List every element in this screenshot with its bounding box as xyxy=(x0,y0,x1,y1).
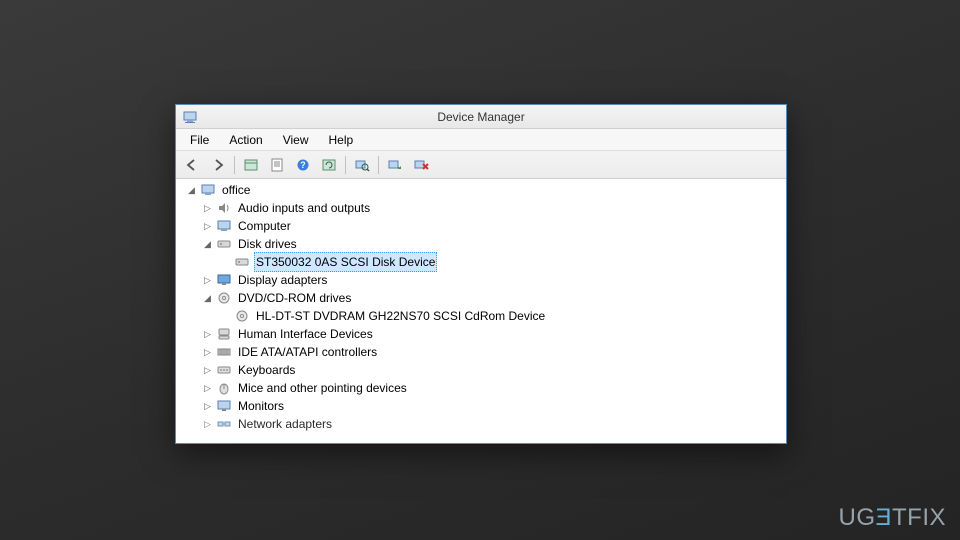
collapse-icon[interactable]: ◢ xyxy=(186,185,197,196)
tree-category-display[interactable]: ▷ Display adapters xyxy=(176,271,786,289)
tree-label: IDE ATA/ATAPI controllers xyxy=(236,343,379,361)
tree-label: DVD/CD-ROM drives xyxy=(236,289,353,307)
toolbar-separator xyxy=(378,156,379,174)
scan-hardware-button[interactable] xyxy=(350,154,374,176)
expand-icon[interactable]: ▷ xyxy=(202,203,213,214)
expand-icon[interactable]: ▷ xyxy=(202,419,213,430)
collapse-icon[interactable]: ◢ xyxy=(202,293,213,304)
tree-label: ST350032 0AS SCSI Disk Device xyxy=(254,252,437,272)
expand-icon[interactable]: ▷ xyxy=(202,383,213,394)
forward-button[interactable] xyxy=(206,154,230,176)
app-icon xyxy=(182,109,198,125)
menu-file[interactable]: File xyxy=(180,131,219,149)
tree-label: office xyxy=(220,181,252,199)
tree-label: Human Interface Devices xyxy=(236,325,375,343)
tree-category-hid[interactable]: ▷ Human Interface Devices xyxy=(176,325,786,343)
uninstall-button[interactable] xyxy=(409,154,433,176)
tree-label: Keyboards xyxy=(236,361,297,379)
update-driver-button[interactable] xyxy=(383,154,407,176)
tree-label: Audio inputs and outputs xyxy=(236,199,372,217)
monitor-icon xyxy=(216,398,232,414)
menu-view[interactable]: View xyxy=(273,131,319,149)
expand-icon[interactable]: ▷ xyxy=(202,401,213,412)
computer-icon xyxy=(200,182,216,198)
tree-category-computer[interactable]: ▷ Computer xyxy=(176,217,786,235)
expand-icon[interactable]: ▷ xyxy=(202,365,213,376)
menu-help[interactable]: Help xyxy=(319,131,364,149)
leaf-spacer xyxy=(220,311,231,322)
toolbar-separator xyxy=(345,156,346,174)
tree-label: Computer xyxy=(236,217,293,235)
tree-label: HL-DT-ST DVDRAM GH22NS70 SCSI CdRom Devi… xyxy=(254,307,547,325)
watermark: UGETFIX xyxy=(838,504,946,532)
tree-label: Network adapters xyxy=(236,415,334,433)
device-manager-window: Device Manager File Action View Help ? ◢… xyxy=(175,104,787,444)
tree-category-dvd[interactable]: ◢ DVD/CD-ROM drives xyxy=(176,289,786,307)
refresh-button[interactable] xyxy=(317,154,341,176)
expand-icon[interactable]: ▷ xyxy=(202,221,213,232)
tree-device-disk[interactable]: ST350032 0AS SCSI Disk Device xyxy=(176,253,786,271)
tree-label: Mice and other pointing devices xyxy=(236,379,409,397)
tree-category-ide[interactable]: ▷ IDE ATA/ATAPI controllers xyxy=(176,343,786,361)
tree-root[interactable]: ◢ office xyxy=(176,181,786,199)
expand-icon[interactable]: ▷ xyxy=(202,347,213,358)
disk-icon xyxy=(234,254,250,270)
tree-category-network[interactable]: ▷ Network adapters xyxy=(176,415,786,433)
expand-icon[interactable]: ▷ xyxy=(202,329,213,340)
leaf-spacer xyxy=(220,257,231,268)
menu-action[interactable]: Action xyxy=(219,131,272,149)
title-bar[interactable]: Device Manager xyxy=(176,105,786,129)
toolbar-separator xyxy=(234,156,235,174)
tree-category-audio[interactable]: ▷ Audio inputs and outputs xyxy=(176,199,786,217)
tree-category-disk-drives[interactable]: ◢ Disk drives xyxy=(176,235,786,253)
display-icon xyxy=(216,272,232,288)
dvd-icon xyxy=(216,290,232,306)
tree-label: Disk drives xyxy=(236,235,299,253)
tree-label: Monitors xyxy=(236,397,286,415)
expand-icon[interactable]: ▷ xyxy=(202,275,213,286)
window-title: Device Manager xyxy=(206,110,756,124)
disk-icon xyxy=(216,236,232,252)
properties-button[interactable] xyxy=(265,154,289,176)
hid-icon xyxy=(216,326,232,342)
tree-category-keyboards[interactable]: ▷ Keyboards xyxy=(176,361,786,379)
show-hidden-button[interactable] xyxy=(239,154,263,176)
audio-icon xyxy=(216,200,232,216)
help-button[interactable]: ? xyxy=(291,154,315,176)
svg-text:?: ? xyxy=(300,160,306,170)
device-tree[interactable]: ◢ office ▷ Audio inputs and outputs ▷ Co… xyxy=(176,179,786,443)
mouse-icon xyxy=(216,380,232,396)
dvd-icon xyxy=(234,308,250,324)
tree-category-monitors[interactable]: ▷ Monitors xyxy=(176,397,786,415)
keyboard-icon xyxy=(216,362,232,378)
back-button[interactable] xyxy=(180,154,204,176)
menu-bar: File Action View Help xyxy=(176,129,786,151)
tree-label: Display adapters xyxy=(236,271,329,289)
tree-device-dvd[interactable]: HL-DT-ST DVDRAM GH22NS70 SCSI CdRom Devi… xyxy=(176,307,786,325)
collapse-icon[interactable]: ◢ xyxy=(202,239,213,250)
toolbar: ? xyxy=(176,151,786,179)
tree-category-mice[interactable]: ▷ Mice and other pointing devices xyxy=(176,379,786,397)
computer-icon xyxy=(216,218,232,234)
network-icon xyxy=(216,416,232,432)
ide-icon xyxy=(216,344,232,360)
